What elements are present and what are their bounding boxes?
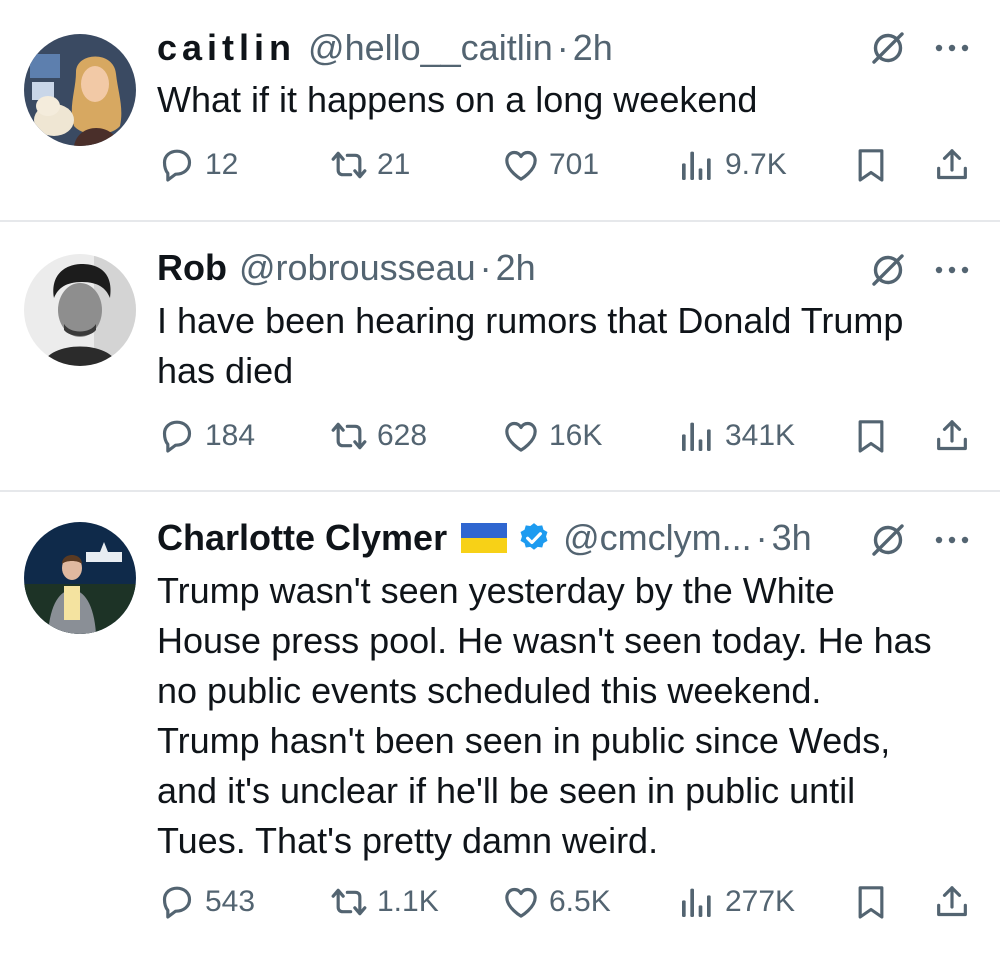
share-button[interactable]	[932, 880, 972, 924]
like-button[interactable]: 701	[501, 143, 599, 187]
tweet[interactable]: caitlin @hello__caitlin · 2h What if it …	[0, 0, 1000, 222]
tweet-text-line: has died	[157, 350, 294, 391]
views-button[interactable]: 341K	[677, 414, 795, 458]
tweet-text: I have been hearing rumors that Donald T…	[157, 296, 980, 396]
mute-icon[interactable]	[868, 28, 908, 68]
author-handle[interactable]: @cmclym...	[563, 516, 752, 560]
action-bar: 184 628 16K 341K	[157, 414, 977, 458]
reply-button[interactable]: 184	[157, 414, 255, 458]
reply-icon	[157, 416, 197, 456]
author-name[interactable]: Charlotte Clymer	[157, 516, 447, 560]
author-handle[interactable]: @robrousseau	[239, 246, 476, 290]
reply-button[interactable]: 12	[157, 143, 238, 187]
repost-count: 21	[377, 148, 411, 181]
views-button[interactable]: 277K	[677, 880, 795, 924]
action-bar: 12 21 701 9.7K	[157, 143, 977, 187]
like-icon	[501, 882, 541, 922]
separator-dot: ·	[479, 247, 492, 288]
reply-icon	[157, 882, 197, 922]
bookmark-button[interactable]	[851, 143, 891, 187]
tweet-text: What if it happens on a long weekend	[157, 75, 980, 125]
tweet-text-line: I have been hearing rumors that Donald T…	[157, 300, 904, 341]
bookmark-button[interactable]	[851, 880, 891, 924]
reply-button[interactable]: 543	[157, 880, 255, 924]
reply-count: 543	[205, 885, 256, 918]
views-icon	[677, 882, 717, 922]
tweet-text: Trump wasn't seen yesterday by the White…	[157, 566, 980, 866]
timestamp[interactable]: 2h	[496, 246, 536, 290]
author-name[interactable]: Rob	[157, 246, 227, 290]
tweet-text-line: no public events scheduled this weekend.	[157, 670, 822, 711]
like-icon	[501, 145, 541, 185]
bookmark-icon	[851, 882, 891, 922]
tweet[interactable]: Rob @robrousseau · 2h I have been hearin…	[0, 222, 1000, 492]
separator-dot: ·	[556, 27, 569, 68]
like-count: 701	[549, 148, 600, 181]
repost-count: 628	[377, 419, 428, 452]
tweet[interactable]: Charlotte Clymer @cmclym... · 3h Trump w…	[0, 492, 1000, 960]
share-icon	[932, 145, 972, 185]
avatar[interactable]	[24, 254, 136, 366]
tweet-text-line: What if it happens on a long weekend	[157, 79, 758, 120]
views-count: 9.7K	[725, 148, 787, 181]
action-bar: 543 1.1K 6.5K 277K	[157, 880, 977, 924]
repost-count: 1.1K	[377, 885, 439, 918]
timestamp[interactable]: 2h	[573, 26, 613, 70]
tweet-header: Rob @robrousseau · 2h	[157, 246, 850, 290]
avatar[interactable]	[24, 34, 136, 146]
separator-dot: ·	[755, 517, 768, 558]
tweet-text-line: Trump hasn't been seen in public since W…	[157, 720, 891, 761]
tweet-text-line: Trump wasn't seen yesterday by the White	[157, 570, 835, 611]
verified-badge-icon	[520, 523, 548, 550]
views-count: 277K	[725, 885, 796, 918]
tweet-header: caitlin @hello__caitlin · 2h	[157, 26, 850, 70]
views-icon	[677, 416, 717, 456]
tweet-text-line: Tues. That's pretty damn weird.	[157, 820, 659, 861]
like-count: 6.5K	[549, 885, 611, 918]
views-icon	[677, 145, 717, 185]
avatar[interactable]	[24, 522, 136, 634]
repost-icon	[329, 145, 369, 185]
timestamp[interactable]: 3h	[772, 516, 812, 560]
bookmark-button[interactable]	[851, 414, 891, 458]
reply-icon	[157, 145, 197, 185]
repost-button[interactable]: 1.1K	[329, 880, 439, 924]
share-button[interactable]	[932, 414, 972, 458]
share-icon	[932, 882, 972, 922]
mute-icon[interactable]	[868, 250, 908, 290]
reply-count: 184	[205, 419, 256, 452]
share-button[interactable]	[932, 143, 972, 187]
repost-icon	[329, 416, 369, 456]
author-name[interactable]: caitlin	[157, 26, 296, 70]
repost-button[interactable]: 628	[329, 414, 427, 458]
repost-button[interactable]: 21	[329, 143, 410, 187]
like-button[interactable]: 16K	[501, 414, 602, 458]
bookmark-icon	[851, 416, 891, 456]
more-icon[interactable]	[932, 42, 972, 54]
author-handle[interactable]: @hello__caitlin	[308, 26, 553, 70]
share-icon	[932, 416, 972, 456]
tweet-text-line: and it's unclear if he'll be seen in pub…	[157, 770, 856, 811]
reply-count: 12	[205, 148, 239, 181]
like-icon	[501, 416, 541, 456]
views-button[interactable]: 9.7K	[677, 143, 787, 187]
more-icon[interactable]	[932, 264, 972, 276]
tweet-text-line: House press pool. He wasn't seen today. …	[157, 620, 932, 661]
repost-icon	[329, 882, 369, 922]
like-button[interactable]: 6.5K	[501, 880, 611, 924]
more-icon[interactable]	[932, 534, 972, 546]
tweet-header: Charlotte Clymer @cmclym... · 3h	[157, 516, 850, 560]
mute-icon[interactable]	[868, 520, 908, 560]
ukraine-flag-icon	[461, 523, 508, 553]
views-count: 341K	[725, 419, 796, 452]
like-count: 16K	[549, 419, 603, 452]
bookmark-icon	[851, 145, 891, 185]
